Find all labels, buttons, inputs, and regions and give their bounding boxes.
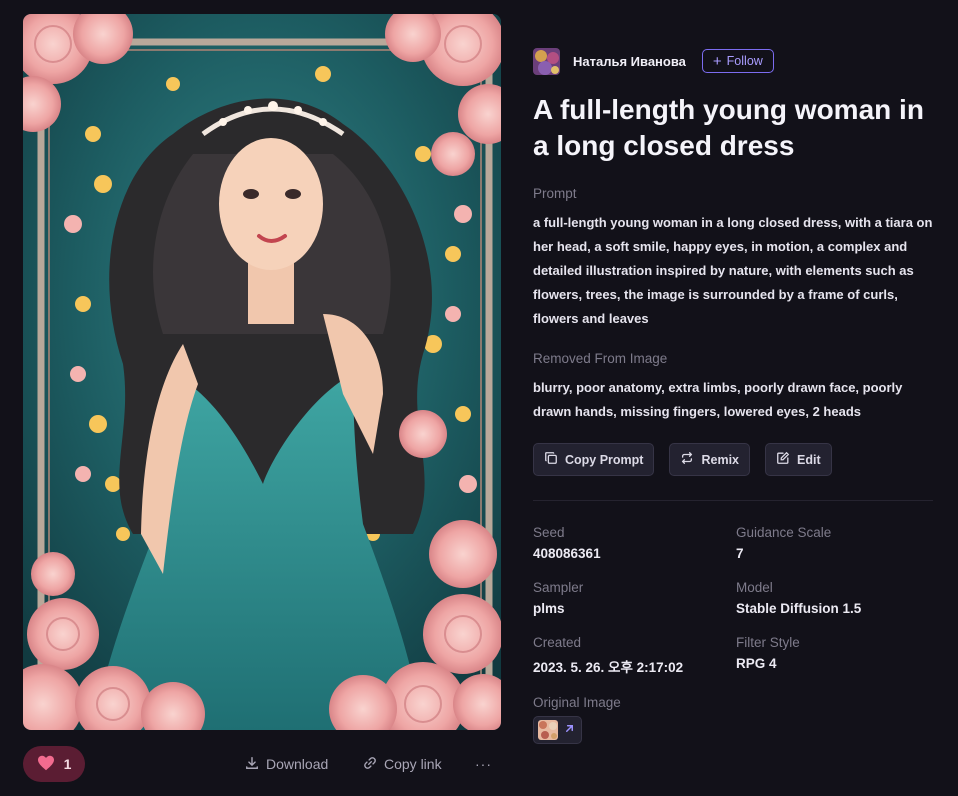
meta-key: Sampler xyxy=(533,580,584,595)
like-button[interactable]: 1 xyxy=(23,746,85,782)
download-label: Download xyxy=(266,756,329,772)
arrow-up-right-icon xyxy=(564,721,575,739)
action-buttons: Copy Prompt Remix Edit xyxy=(533,443,933,476)
copy-link-button[interactable]: Copy link xyxy=(363,756,442,773)
meta-created: Created 2023. 5. 26. 오후 2:17:02 xyxy=(533,635,736,676)
meta-key: Created xyxy=(533,635,582,650)
original-image-label: Original Image xyxy=(533,695,621,710)
prompt-text: a full-length young woman in a long clos… xyxy=(533,215,933,326)
heart-icon xyxy=(37,755,55,774)
avatar[interactable] xyxy=(533,47,560,75)
meta-value: RPG 4 xyxy=(736,656,777,671)
artwork-illustration xyxy=(23,14,501,730)
meta-sampler: Sampler plms xyxy=(533,580,736,616)
edit-icon xyxy=(776,451,790,468)
repeat-icon xyxy=(680,451,694,468)
download-button[interactable]: Download xyxy=(245,756,328,773)
more-icon: ··· xyxy=(475,756,492,772)
meta-filter-style: Filter Style RPG 4 xyxy=(736,635,933,676)
more-wrap: ··· xyxy=(475,746,492,782)
copy-icon xyxy=(544,451,558,468)
copy-link-wrap: Copy link xyxy=(363,746,442,782)
plus-icon: + xyxy=(712,52,722,70)
remix-button[interactable]: Remix xyxy=(669,443,751,476)
artwork-image[interactable] xyxy=(23,14,501,730)
meta-value: 408086361 xyxy=(533,546,601,561)
removed-label: Removed From Image xyxy=(533,351,668,366)
meta-value: Stable Diffusion 1.5 xyxy=(736,601,862,616)
meta-value: 2023. 5. 26. 오후 2:17:02 xyxy=(533,660,684,675)
divider xyxy=(533,500,933,501)
remix-label: Remix xyxy=(701,452,740,467)
meta-key: Filter Style xyxy=(736,635,800,650)
meta-key: Model xyxy=(736,580,773,595)
details-panel: Наталья Иванова + Follow A full-length y… xyxy=(533,44,933,744)
metadata-grid: Seed 408086361 Guidance Scale 7 Sampler … xyxy=(533,525,933,676)
follow-button[interactable]: + Follow xyxy=(701,49,774,73)
meta-model: Model Stable Diffusion 1.5 xyxy=(736,580,933,616)
prompt-label: Prompt xyxy=(533,186,577,201)
download-link-wrap: Download xyxy=(245,746,328,782)
edit-button[interactable]: Edit xyxy=(765,443,832,476)
author-row: Наталья Иванова + Follow xyxy=(533,44,933,78)
copy-prompt-label: Copy Prompt xyxy=(565,452,644,467)
meta-key: Guidance Scale xyxy=(736,525,832,540)
download-icon xyxy=(245,756,259,773)
meta-seed: Seed 408086361 xyxy=(533,525,736,561)
meta-guidance-scale: Guidance Scale 7 xyxy=(736,525,933,561)
original-image-button[interactable] xyxy=(533,716,582,744)
author-name[interactable]: Наталья Иванова xyxy=(573,54,686,69)
like-count: 1 xyxy=(63,756,72,772)
copy-prompt-button[interactable]: Copy Prompt xyxy=(533,443,655,476)
removed-text: blurry, poor anatomy, extra limbs, poorl… xyxy=(533,380,903,419)
link-icon xyxy=(363,756,377,773)
edit-label: Edit xyxy=(797,452,821,467)
meta-value: 7 xyxy=(736,546,744,561)
copy-link-label: Copy link xyxy=(384,756,442,772)
follow-label: Follow xyxy=(726,54,763,68)
meta-value: plms xyxy=(533,601,565,616)
image-title: A full-length young woman in a long clos… xyxy=(533,94,924,161)
more-button[interactable]: ··· xyxy=(475,756,492,772)
meta-key: Seed xyxy=(533,525,565,540)
original-image-thumbnail xyxy=(538,720,558,740)
